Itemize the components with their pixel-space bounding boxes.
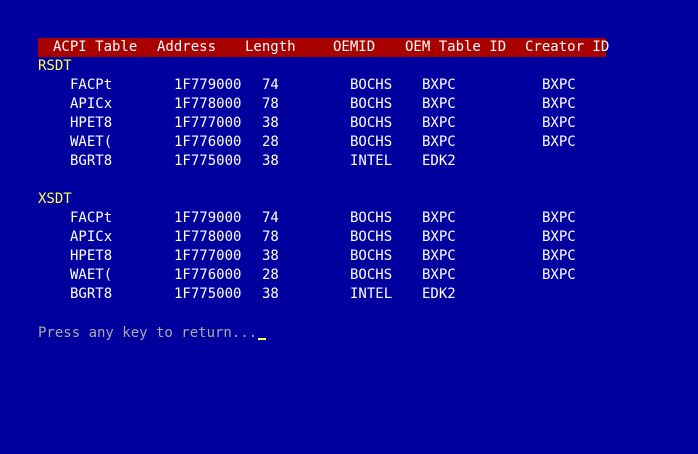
- table-oemid: BOCHS: [350, 210, 393, 226]
- table-length: 74: [262, 210, 279, 226]
- table-oem-table-id: BXPC: [422, 77, 456, 93]
- section-label-rsdt: RSDT: [38, 58, 72, 74]
- table-address: 1F776000: [174, 267, 242, 283]
- header-length: Length: [245, 39, 296, 55]
- table-row: HPET8 1F777000 38 BOCHS BXPC BXPC: [0, 247, 698, 266]
- table-creator-id: BXPC: [542, 229, 576, 245]
- table-length: 74: [262, 77, 279, 93]
- table-length: 78: [262, 96, 279, 112]
- table-address: 1F778000: [174, 96, 242, 112]
- header-oem-table-id: OEM Table ID: [405, 39, 507, 55]
- table-oem-table-id: BXPC: [422, 134, 456, 150]
- section-label-xsdt: XSDT: [38, 191, 72, 207]
- return-prompt: Press any key to return...: [38, 324, 267, 343]
- return-prompt-text: Press any key to return...: [38, 325, 258, 341]
- table-creator-id: BXPC: [542, 210, 576, 226]
- table-address: 1F775000: [174, 286, 242, 302]
- table-signature: BGRT8: [70, 286, 113, 302]
- table-address: 1F775000: [174, 153, 242, 169]
- table-oem-table-id: BXPC: [422, 96, 456, 112]
- table-oemid: BOCHS: [350, 134, 393, 150]
- table-row: WAET( 1F776000 28 BOCHS BXPC BXPC: [0, 133, 698, 152]
- table-creator-id: BXPC: [542, 248, 576, 264]
- table-oemid: INTEL: [350, 153, 393, 169]
- table-address: 1F778000: [174, 229, 242, 245]
- table-row: FACPt 1F779000 74 BOCHS BXPC BXPC: [0, 209, 698, 228]
- table-row: BGRT8 1F775000 38 INTEL EDK2: [0, 285, 698, 304]
- table-row: HPET8 1F777000 38 BOCHS BXPC BXPC: [0, 114, 698, 133]
- table-oem-table-id: EDK2: [422, 153, 456, 169]
- header-address: Address: [157, 39, 217, 55]
- table-length: 38: [262, 153, 279, 169]
- table-length: 28: [262, 134, 279, 150]
- table-length: 38: [262, 286, 279, 302]
- table-oemid: BOCHS: [350, 267, 393, 283]
- header-acpi-table: ACPI Table: [53, 39, 138, 55]
- table-oemid: BOCHS: [350, 248, 393, 264]
- table-creator-id: BXPC: [542, 96, 576, 112]
- table-oem-table-id: BXPC: [422, 115, 456, 131]
- table-address: 1F779000: [174, 210, 242, 226]
- table-signature: FACPt: [70, 77, 113, 93]
- table-address: 1F777000: [174, 115, 242, 131]
- table-oemid: INTEL: [350, 286, 393, 302]
- table-length: 38: [262, 115, 279, 131]
- table-row: APICx 1F778000 78 BOCHS BXPC BXPC: [0, 228, 698, 247]
- table-creator-id: BXPC: [542, 77, 576, 93]
- table-creator-id: BXPC: [542, 267, 576, 283]
- table-signature: APICx: [70, 96, 113, 112]
- table-address: 1F779000: [174, 77, 242, 93]
- table-address: 1F776000: [174, 134, 242, 150]
- table-length: 38: [262, 248, 279, 264]
- table-oemid: BOCHS: [350, 115, 393, 131]
- table-signature: WAET(: [70, 267, 113, 283]
- table-oem-table-id: BXPC: [422, 210, 456, 226]
- table-oemid: BOCHS: [350, 229, 393, 245]
- table-signature: WAET(: [70, 134, 113, 150]
- table-signature: HPET8: [70, 115, 113, 131]
- table-signature: APICx: [70, 229, 113, 245]
- table-row: BGRT8 1F775000 38 INTEL EDK2: [0, 152, 698, 171]
- text-cursor: [258, 338, 267, 340]
- table-address: 1F777000: [174, 248, 242, 264]
- table-header-bar: ACPI Table Address Length OEMID OEM Tabl…: [38, 38, 610, 57]
- table-creator-id: BXPC: [542, 134, 576, 150]
- table-signature: HPET8: [70, 248, 113, 264]
- table-signature: BGRT8: [70, 153, 113, 169]
- header-oemid: OEMID: [333, 39, 376, 55]
- table-oem-table-id: BXPC: [422, 248, 456, 264]
- header-creator-id: Creator ID: [525, 39, 610, 55]
- table-signature: FACPt: [70, 210, 113, 226]
- table-length: 28: [262, 267, 279, 283]
- table-oem-table-id: EDK2: [422, 286, 456, 302]
- table-oemid: BOCHS: [350, 77, 393, 93]
- table-row: WAET( 1F776000 28 BOCHS BXPC BXPC: [0, 266, 698, 285]
- table-oem-table-id: BXPC: [422, 229, 456, 245]
- table-row: FACPt 1F779000 74 BOCHS BXPC BXPC: [0, 76, 698, 95]
- table-oem-table-id: BXPC: [422, 267, 456, 283]
- table-creator-id: BXPC: [542, 115, 576, 131]
- table-length: 78: [262, 229, 279, 245]
- table-row: APICx 1F778000 78 BOCHS BXPC BXPC: [0, 95, 698, 114]
- table-oemid: BOCHS: [350, 96, 393, 112]
